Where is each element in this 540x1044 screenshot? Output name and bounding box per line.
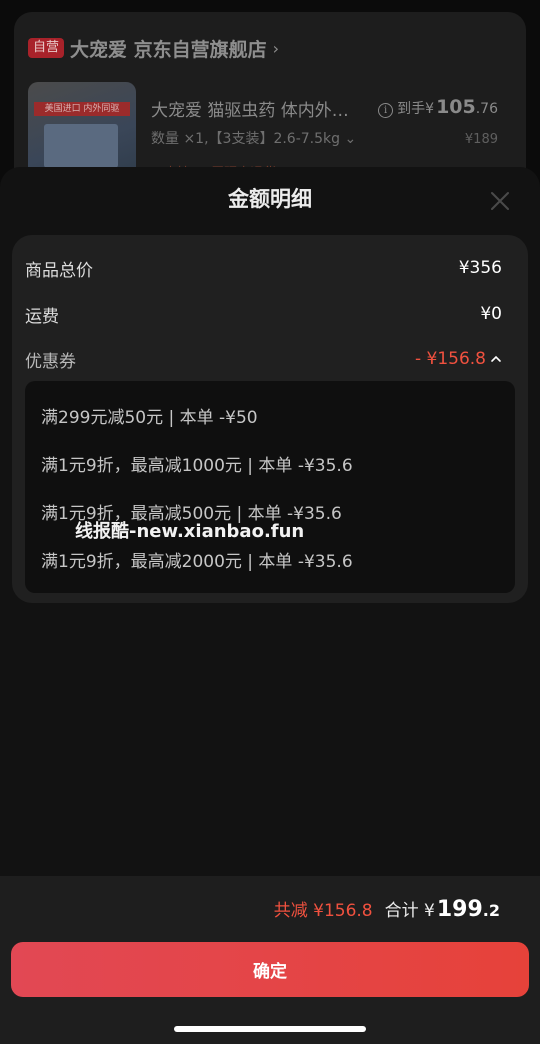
self-operated-badge: 自营 — [28, 38, 65, 58]
coupon-item: 满1元9折，最高减2000元 | 本单 -¥35.6 — [41, 552, 353, 572]
total-decimal: .2 — [482, 901, 500, 920]
coupon-label: 优惠券 — [25, 351, 76, 372]
total-summary: 共减 ¥156.8 合计 ¥ 199 .2 — [274, 896, 500, 922]
total-discount: 共减 ¥156.8 — [273, 901, 373, 921]
store-name[interactable]: 大宠爱 京东自营旗舰店 — [70, 35, 267, 62]
sheet-title: 金额明细 — [228, 187, 312, 211]
chevron-right-icon: › — [272, 38, 280, 58]
coupon-value: - ¥156.8 — [414, 349, 486, 369]
confirm-button[interactable]: 确定 — [11, 942, 529, 997]
subtotal-label: 商品总价 — [25, 260, 93, 281]
coupon-row[interactable]: 优惠券 - ¥156.8 — [25, 344, 502, 374]
coupon-item: 满299元减50元 | 本单 -¥50 — [41, 408, 258, 428]
chevron-up-icon[interactable] — [490, 353, 502, 365]
store-header[interactable]: 自营 大宠爱 京东自营旗舰店 › — [28, 34, 279, 62]
info-icon[interactable]: i — [378, 103, 394, 118]
final-price: i 到手 ¥ 105 .76 — [378, 96, 498, 118]
shipping-label: 运费 — [25, 306, 59, 327]
total-label: 合计 ¥ — [384, 901, 435, 921]
watermark-text: 线报酷-new.xianbao.fun — [75, 521, 305, 542]
page: 自营 大宠爱 京东自营旗舰店 › 美国进口 内外同驱 大宠爱 猫驱虫药 体内外…… — [0, 0, 540, 1044]
product-image-banner: 美国进口 内外同驱 — [34, 102, 130, 116]
final-price-decimal: .76 — [475, 101, 498, 117]
shipping-value: ¥0 — [480, 304, 502, 324]
coupon-list: 满299元减50元 | 本单 -¥50 满1元9折，最高减1000元 | 本单 … — [25, 381, 515, 593]
final-price-label: 到手 — [397, 101, 426, 117]
product-spec[interactable]: 数量 ×1,【3支装】2.6-7.5kg ⌄ — [151, 128, 356, 148]
product-title[interactable]: 大宠爱 猫驱虫药 体内外… — [151, 96, 381, 121]
coupon-item: 满1元9折，最高减1000元 | 本单 -¥35.6 — [41, 456, 353, 476]
subtotal-row: 商品总价 ¥356 — [25, 253, 502, 283]
home-indicator[interactable] — [174, 1026, 366, 1032]
footer-bar: 共减 ¥156.8 合计 ¥ 199 .2 确定 — [0, 876, 540, 1044]
close-icon — [491, 192, 509, 210]
coupon-toggle[interactable]: - ¥156.8 — [415, 349, 502, 369]
shipping-row: 运费 ¥0 — [25, 299, 502, 329]
close-button[interactable] — [488, 189, 512, 213]
product-box-graphic — [44, 124, 118, 168]
total-integer: 199 — [436, 897, 483, 922]
final-price-integer: 105 — [436, 96, 476, 118]
original-price: ¥189 — [464, 132, 498, 147]
subtotal-value: ¥356 — [458, 258, 502, 278]
final-price-currency: ¥ — [425, 101, 435, 117]
amount-detail-card: 商品总价 ¥356 运费 ¥0 优惠券 - ¥156.8 满299元减50元 |… — [12, 235, 528, 603]
